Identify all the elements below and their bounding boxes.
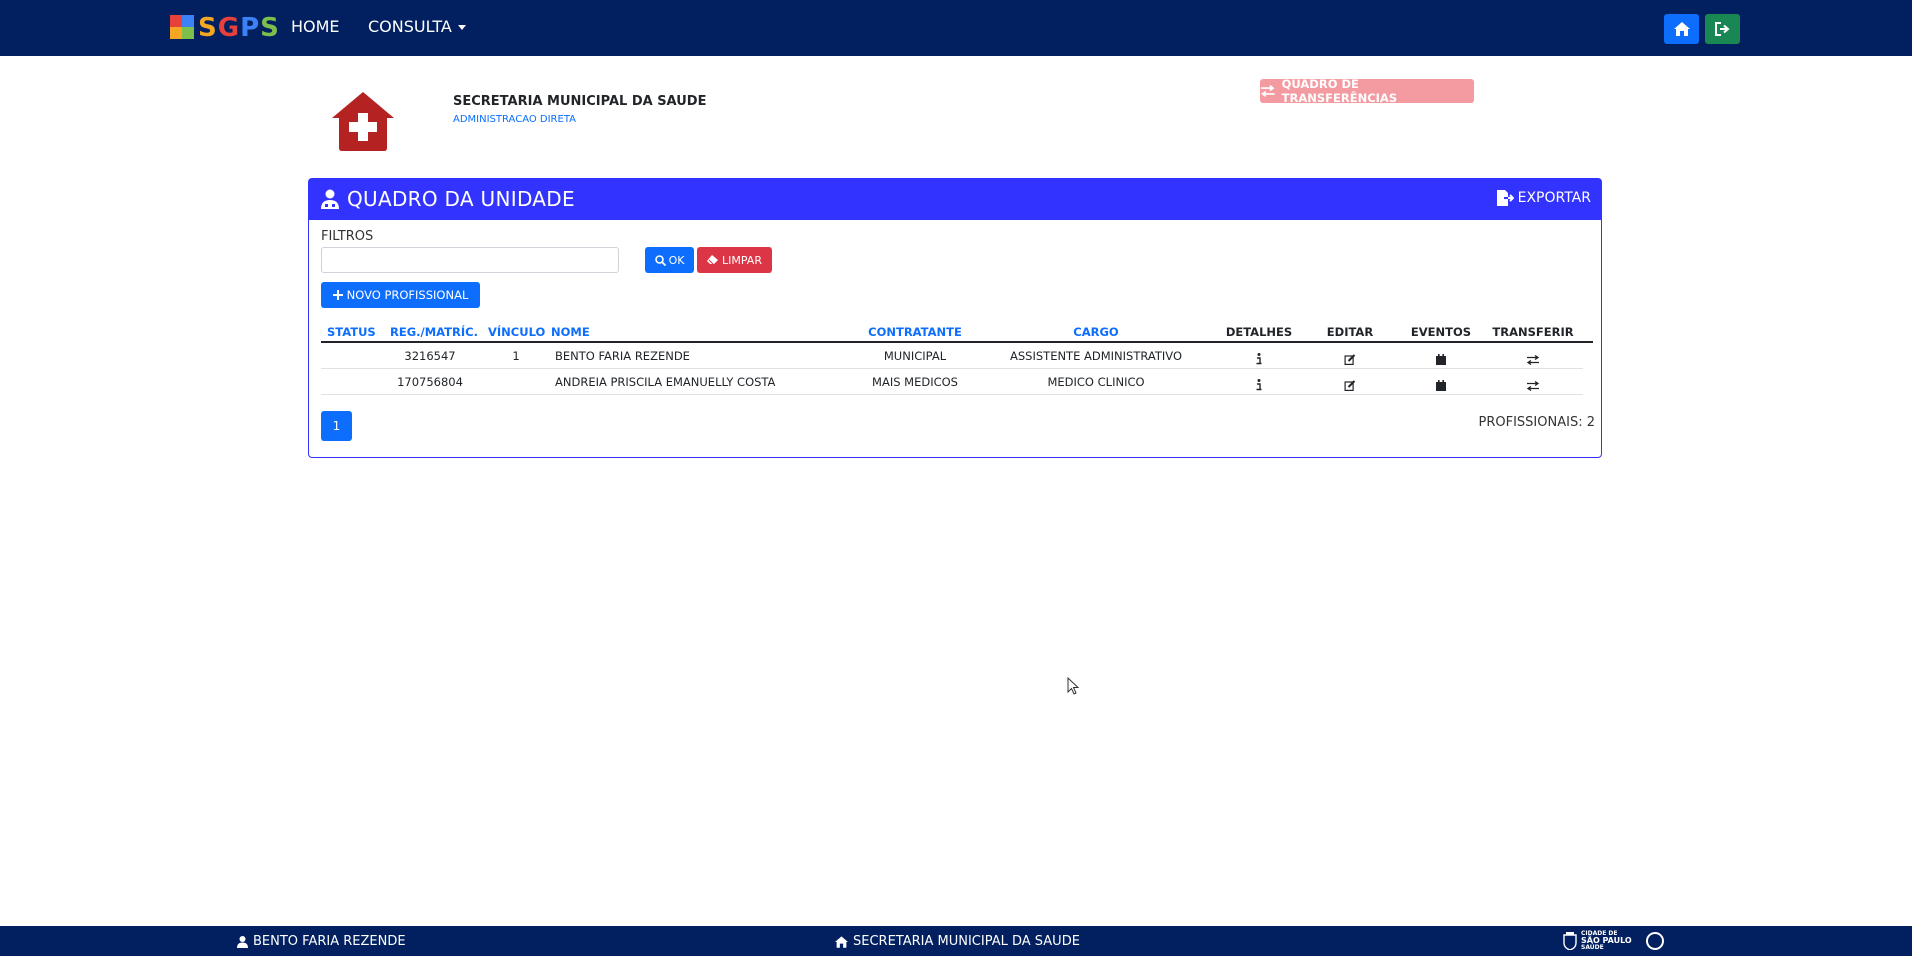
- caret-down-icon: [457, 25, 466, 30]
- cell-contratante: MUNICIPAL: [883, 349, 947, 363]
- transfer-board-label: QUADRO DE TRANSFERÊNCIAS: [1281, 77, 1398, 105]
- user-doctor-icon: [321, 189, 339, 209]
- unit-subtitle: ADMINISTRACAO DIRETA: [453, 114, 576, 125]
- home-button[interactable]: [1664, 14, 1699, 44]
- user-icon: [237, 935, 248, 948]
- export-button[interactable]: EXPORTAR: [1496, 190, 1591, 206]
- transfer-board-button[interactable]: QUADRO DE TRANSFERÊNCIAS: [1260, 77, 1474, 105]
- city-crest-icon: [1563, 932, 1577, 950]
- header-cargo[interactable]: CARGO: [1073, 325, 1118, 339]
- exchange-icon: [1260, 85, 1275, 97]
- panel-title: QUADRO DA UNIDADE: [347, 187, 575, 211]
- new-professional-label: NOVO PROFISSIONAL: [346, 288, 469, 302]
- cell-reg: 170756804: [397, 375, 463, 389]
- panel-header: QUADRO DA UNIDADE EXPORTAR: [309, 179, 1601, 220]
- city-logo: CIDADE DE SÃO PAULO SAÚDE: [1563, 931, 1632, 951]
- brand-text-part: S: [260, 13, 280, 43]
- nav-home-link[interactable]: HOME: [291, 17, 340, 36]
- cell-nome: BENTO FARIA REZENDE: [555, 349, 690, 363]
- ok-button[interactable]: OK: [645, 247, 694, 273]
- header-eventos: EVENTOS: [1410, 325, 1472, 339]
- cell-cargo: ASSISTENTE ADMINISTRATIVO: [1010, 349, 1182, 363]
- clear-label: LIMPAR: [722, 253, 762, 267]
- table-row: 170756804 ANDREIA PRISCILA EMANUELLY COS…: [321, 369, 1583, 395]
- header-vinculo[interactable]: VÍNCULO: [488, 325, 545, 339]
- city-logo-text: CIDADE DE SÃO PAULO SAÚDE: [1581, 931, 1632, 951]
- mouse-cursor-icon: [1067, 677, 1079, 695]
- header-editar: EDITAR: [1326, 325, 1374, 339]
- exchange-icon[interactable]: [1526, 376, 1540, 395]
- brand-text-part: P: [240, 13, 261, 43]
- search-icon: [654, 254, 666, 266]
- puzzle-logo-icon: [170, 15, 196, 41]
- edit-icon[interactable]: [1344, 376, 1356, 395]
- nav-consulta-dropdown[interactable]: CONSULTA: [368, 17, 466, 36]
- footer-unit: SECRETARIA MUNICIPAL DA SAUDE: [835, 934, 1080, 949]
- clinic-house-icon: [330, 90, 396, 152]
- header-status[interactable]: STATUS: [327, 325, 376, 339]
- export-label: EXPORTAR: [1517, 190, 1591, 206]
- exchange-icon[interactable]: [1526, 350, 1540, 369]
- header-nome[interactable]: NOME: [551, 325, 590, 339]
- clear-button[interactable]: LIMPAR: [697, 247, 772, 273]
- sgps-logo[interactable]: SGPS: [170, 13, 280, 43]
- info-icon[interactable]: [1256, 376, 1262, 395]
- ok-label: OK: [668, 253, 685, 267]
- plus-icon: [332, 290, 343, 300]
- logout-button[interactable]: [1705, 14, 1740, 44]
- cell-cargo: MEDICO CLINICO: [1047, 375, 1145, 389]
- new-professional-button[interactable]: NOVO PROFISSIONAL: [321, 282, 480, 308]
- eraser-icon: [707, 255, 719, 265]
- footer-unit-name: SECRETARIA MUNICIPAL DA SAUDE: [853, 934, 1080, 949]
- pagination-page-1[interactable]: 1: [321, 411, 352, 441]
- footer-user: BENTO FARIA REZENDE: [237, 934, 406, 949]
- top-navbar: SGPS HOME CONSULTA: [0, 0, 1912, 56]
- nav-consulta-label: CONSULTA: [368, 17, 452, 36]
- table-header: STATUS REG./MATRÍC. VÍNCULO NOME CONTRAT…: [321, 323, 1593, 343]
- cell-contratante: MAIS MEDICOS: [872, 375, 958, 389]
- header-contratante[interactable]: CONTRATANTE: [868, 325, 962, 339]
- calendar-icon[interactable]: [1436, 350, 1446, 369]
- cell-vinculo: 1: [512, 349, 520, 363]
- filter-input[interactable]: [321, 247, 619, 273]
- seal-icon: [1646, 932, 1664, 950]
- header-reg[interactable]: REG./MATRÍC.: [390, 325, 478, 339]
- cell-nome: ANDREIA PRISCILA EMANUELLY COSTA: [555, 375, 776, 389]
- edit-icon[interactable]: [1344, 350, 1356, 369]
- home-icon: [835, 935, 848, 948]
- unit-name: SECRETARIA MUNICIPAL DA SAUDE: [453, 94, 707, 109]
- professionals-count: PROFISSIONAIS: 2: [1478, 415, 1595, 430]
- sign-out-icon: [1714, 22, 1730, 36]
- unit-board-panel: QUADRO DA UNIDADE EXPORTAR FILTROS OK LI…: [308, 178, 1602, 458]
- header-transferir: TRANSFERIR: [1492, 325, 1574, 339]
- file-export-icon: [1496, 190, 1514, 206]
- info-icon[interactable]: [1256, 350, 1262, 369]
- professionals-table: STATUS REG./MATRÍC. VÍNCULO NOME CONTRAT…: [321, 323, 1593, 395]
- brand-line: SAÚDE: [1581, 944, 1604, 951]
- brand-text-part: G: [217, 13, 241, 43]
- filters-label: FILTROS: [321, 229, 374, 244]
- footer-user-name: BENTO FARIA REZENDE: [253, 934, 406, 949]
- brand-text: SGPS: [198, 13, 280, 43]
- home-icon: [1673, 22, 1690, 36]
- brand-text-part: S: [198, 13, 218, 43]
- footer-bar: BENTO FARIA REZENDE SECRETARIA MUNICIPAL…: [0, 926, 1912, 956]
- calendar-icon[interactable]: [1436, 376, 1446, 395]
- table-row: 3216547 1 BENTO FARIA REZENDE MUNICIPAL …: [321, 343, 1583, 369]
- cell-reg: 3216547: [404, 349, 456, 363]
- header-detalhes: DETALHES: [1225, 325, 1293, 339]
